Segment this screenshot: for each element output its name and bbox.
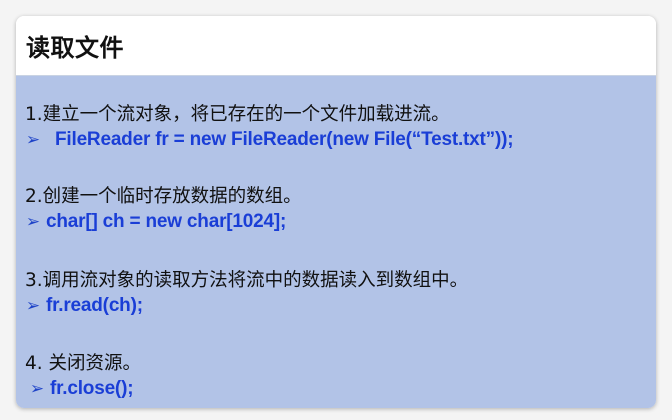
- arrowhead-bullet-icon: ➢: [25, 130, 41, 150]
- step-3: 3.调用流对象的读取方法将流中的数据读入到数组中。 ➢ fr.read(ch);: [25, 269, 650, 319]
- code-line: ➢ FileReader fr = new FileReader(new Fil…: [25, 127, 650, 153]
- step-text: 3.调用流对象的读取方法将流中的数据读入到数组中。: [25, 270, 469, 291]
- code-line: ➢ fr.read(ch);: [25, 293, 650, 319]
- step-text: 4. 关闭资源。: [25, 353, 142, 374]
- code-snippet: fr.read(ch);: [46, 295, 143, 316]
- arrowhead-bullet-icon: ➢: [25, 296, 41, 316]
- code-line: ➢ char[] ch = new char[1024];: [25, 209, 650, 235]
- code-snippet: fr.close();: [50, 378, 134, 399]
- code-snippet: FileReader fr = new FileReader(new File(…: [55, 129, 514, 150]
- step-text: 2.创建一个临时存放数据的数组。: [25, 186, 302, 207]
- arrowhead-bullet-icon: ➢: [25, 212, 41, 232]
- slide-title: 读取文件: [26, 34, 124, 62]
- code-line: ➢ fr.close();: [25, 376, 650, 402]
- slide-card: 读取文件 1.建立一个流对象，将已存在的一个文件加载进流。 ➢ FileRead…: [16, 16, 656, 408]
- step-4: 4. 关闭资源。 ➢ fr.close();: [25, 352, 650, 402]
- step-text: 1.建立一个流对象，将已存在的一个文件加载进流。: [25, 104, 450, 125]
- arrowhead-bullet-icon: ➢: [29, 379, 45, 399]
- step-2: 2.创建一个临时存放数据的数组。 ➢ char[] ch = new char[…: [25, 185, 650, 235]
- title-bar: 读取文件: [16, 16, 656, 76]
- step-1: 1.建立一个流对象，将已存在的一个文件加载进流。 ➢ FileReader fr…: [25, 103, 650, 153]
- code-snippet: char[] ch = new char[1024];: [46, 211, 287, 232]
- content-panel: 1.建立一个流对象，将已存在的一个文件加载进流。 ➢ FileReader fr…: [16, 76, 656, 408]
